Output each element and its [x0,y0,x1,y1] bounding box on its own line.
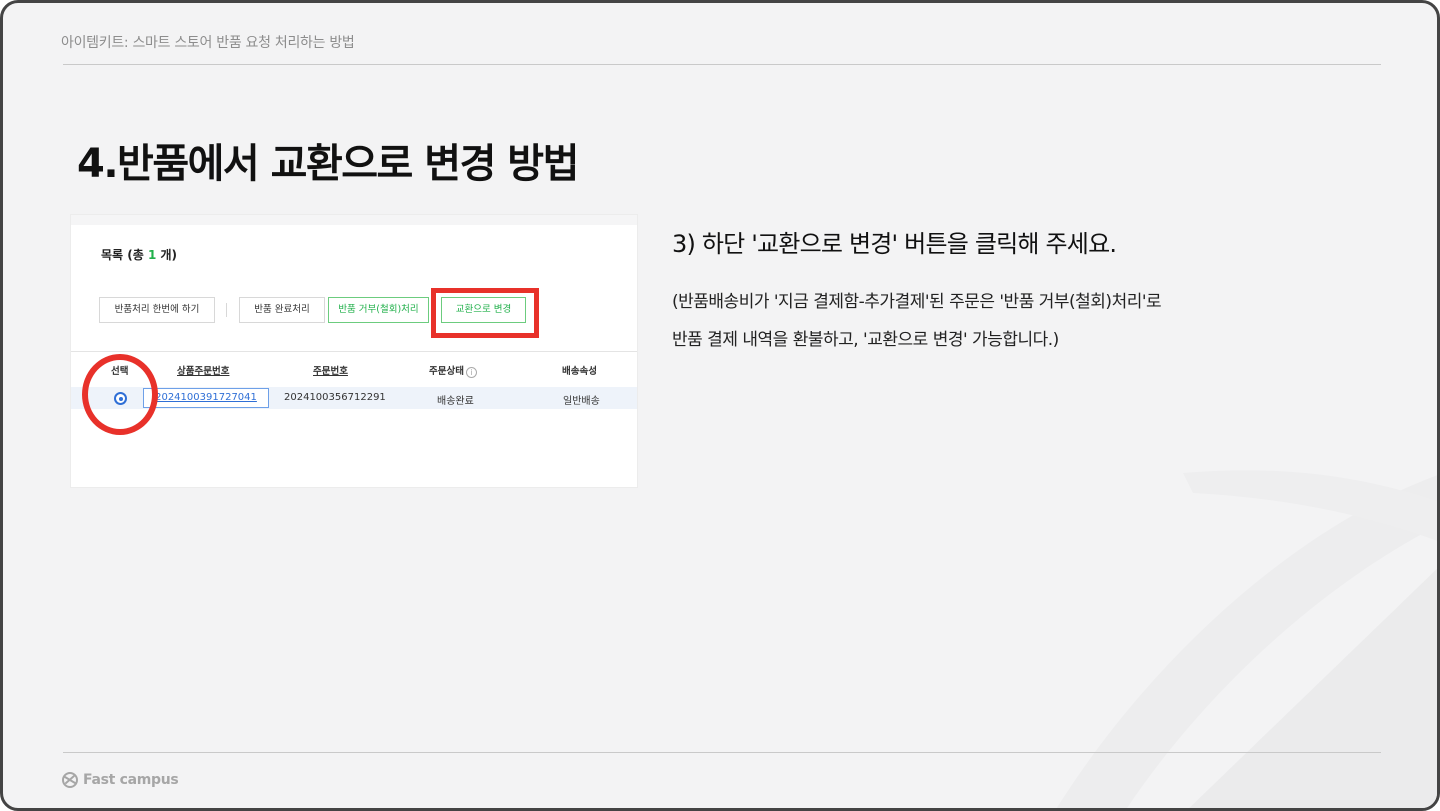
col-shipping: 배송속성 [562,366,597,377]
product-order-no-link[interactable]: 2024100391727041 [143,388,269,408]
list-title: 목록 (총 1 개) [101,248,178,262]
shipping-cell: 일반배송 [563,396,600,407]
col-order-no[interactable]: 주문번호 [313,363,348,377]
embedded-screenshot: 목록 (총 1 개) 반품처리 한번에 하기 반품 완료처리 반품 거부(철회)… [71,215,637,487]
highlight-box [431,288,539,338]
header-divider [63,64,1381,65]
col-product-order-no[interactable]: 상품주문번호 [177,363,229,377]
col-order-status: 주문상태 i [429,363,477,378]
highlight-circle [82,354,158,435]
footer-logo: Fast campus [62,769,179,791]
button-divider [226,303,227,317]
order-status-cell: 배송완료 [437,396,474,407]
step-note-line1: (반품배송비가 '지금 결제함-추가결제'된 주문은 '반품 거부(철회)처리'… [672,292,1162,312]
logo-text: Fast campus [83,772,179,788]
step-title: 3) 하단 '교환으로 변경' 버튼을 클릭해 주세요. [672,230,1117,258]
footer-divider [63,752,1381,753]
header-title: 아이템키트: 스마트 스토어 반품 요청 처리하는 방법 [61,35,355,51]
return-complete-button[interactable]: 반품 완료처리 [239,297,325,323]
return-reject-button[interactable]: 반품 거부(철회)처리 [328,297,429,323]
order-no-cell: 2024100356712291 [284,392,386,403]
step-note-line2: 반품 결제 내역을 환불하고, '교환으로 변경' 가능합니다.) [672,330,1059,350]
fastcampus-logo-icon [62,772,78,788]
info-icon[interactable]: i [465,367,477,378]
slide: 아이템키트: 스마트 스토어 반품 요청 처리하는 방법 4.반품에서 교환으로… [0,0,1440,811]
batch-return-button[interactable]: 반품처리 한번에 하기 [99,297,215,323]
page-title: 4.반품에서 교환으로 변경 방법 [77,141,579,187]
